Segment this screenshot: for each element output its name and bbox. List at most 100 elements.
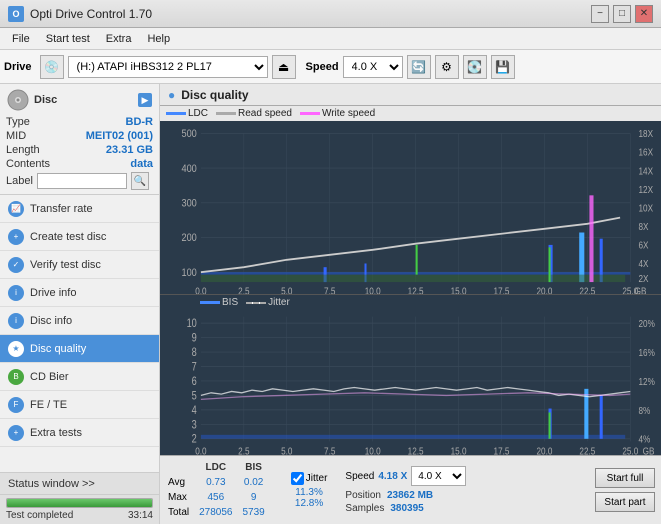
disc-icon <box>6 88 30 112</box>
progress-bar-wrap <box>6 498 153 508</box>
eject-button[interactable]: ⏏ <box>272 55 296 79</box>
disc-info-icon: i <box>8 313 24 329</box>
create-test-disc-icon: + <box>8 229 24 245</box>
max-bis: 9 <box>243 491 273 504</box>
stats-table: LDC BIS Avg 0.73 0.02 Max 456 9 Total <box>166 459 275 521</box>
sidebar-item-fe-te[interactable]: F FE / TE <box>0 391 159 419</box>
length-key: Length <box>6 144 40 156</box>
total-bis: 5739 <box>243 506 273 519</box>
svg-text:17.5: 17.5 <box>494 445 510 455</box>
contents-key: Contents <box>6 158 50 170</box>
jitter-checkbox[interactable] <box>291 472 304 485</box>
svg-text:7.5: 7.5 <box>324 286 335 295</box>
svg-text:2.5: 2.5 <box>238 286 249 295</box>
start-full-button[interactable]: Start full <box>595 468 655 488</box>
drive-selector[interactable]: (H:) ATAPI iHBS312 2 PL17 <box>68 56 268 78</box>
menu-file[interactable]: File <box>4 31 38 47</box>
type-value: BD-R <box>126 116 154 128</box>
refresh-button[interactable]: 🔄 <box>407 55 431 79</box>
bis-header: BIS <box>243 461 273 474</box>
read-speed-legend-item: Read speed <box>216 108 292 119</box>
avg-jitter: 11.3% <box>291 487 328 498</box>
right-panel: ● Disc quality LDC Read speed Write spee… <box>160 84 661 524</box>
length-value: 23.31 GB <box>106 144 153 156</box>
verify-test-disc-label: Verify test disc <box>30 259 101 271</box>
progress-status: Test completed 33:14 <box>6 510 153 521</box>
svg-text:8%: 8% <box>639 404 651 416</box>
start-part-button[interactable]: Start part <box>595 492 655 512</box>
max-ldc: 456 <box>199 491 240 504</box>
svg-text:8: 8 <box>192 346 197 359</box>
svg-text:6: 6 <box>192 375 197 388</box>
speed-info: Speed 4.18 X 4.0 X <box>345 466 466 486</box>
sidebar-item-cd-bier[interactable]: B CD Bier <box>0 363 159 391</box>
jitter-checkbox-row: Jitter <box>291 472 328 485</box>
menu-help[interactable]: Help <box>139 31 178 47</box>
chart-header-icon: ● <box>168 88 175 102</box>
write-speed-legend-item: Write speed <box>300 108 375 119</box>
upper-legend: LDC Read speed Write speed <box>160 106 661 121</box>
speed-label: Speed <box>345 471 374 482</box>
sidebar-item-disc-info[interactable]: i Disc info <box>0 307 159 335</box>
disc-action-icon[interactable]: ▶ <box>137 92 153 108</box>
fe-te-icon: F <box>8 397 24 413</box>
svg-text:12%: 12% <box>639 375 656 387</box>
disc-info-label: Disc info <box>30 315 72 327</box>
progress-bar-fill <box>7 499 152 507</box>
svg-text:5.0: 5.0 <box>281 286 292 295</box>
minimize-button[interactable]: − <box>591 5 609 23</box>
sidebar-item-extra-tests[interactable]: + Extra tests <box>0 419 159 447</box>
read-speed-legend-label: Read speed <box>238 108 292 119</box>
stats-row-1: LDC BIS Avg 0.73 0.02 Max 456 9 Total <box>166 459 655 521</box>
sidebar-item-transfer-rate[interactable]: 📈 Transfer rate <box>0 195 159 223</box>
maximize-button[interactable]: □ <box>613 5 631 23</box>
menu-extra[interactable]: Extra <box>98 31 140 47</box>
svg-text:GB: GB <box>643 445 655 455</box>
ldc-legend-color <box>166 112 186 115</box>
svg-text:25.0: 25.0 <box>622 445 638 455</box>
settings-button[interactable]: ⚙ <box>435 55 459 79</box>
lower-legend: BIS Jitter <box>160 295 661 310</box>
avg-ldc: 0.73 <box>199 476 240 489</box>
svg-text:17.5: 17.5 <box>494 286 510 295</box>
menu-start-test[interactable]: Start test <box>38 31 98 47</box>
svg-text:8X: 8X <box>639 221 649 232</box>
sidebar-item-disc-quality[interactable]: ★ Disc quality <box>0 335 159 363</box>
speed-position-section: Speed 4.18 X 4.0 X Position 23862 MB Sam… <box>345 466 466 514</box>
speed-select[interactable]: 4.0 X <box>411 466 466 486</box>
label-input[interactable] <box>37 173 127 189</box>
sidebar-item-verify-test-disc[interactable]: ✓ Verify test disc <box>0 251 159 279</box>
mid-key: MID <box>6 130 26 142</box>
svg-text:20%: 20% <box>639 317 656 329</box>
label-action-button[interactable]: 🔍 <box>131 172 149 190</box>
write-speed-legend-label: Write speed <box>322 108 375 119</box>
action-buttons: Start full Start part <box>595 468 655 512</box>
bis-legend-color <box>200 301 220 304</box>
chart-container: 500 400 300 200 100 18X 16X 14X 12X 10X … <box>160 121 661 455</box>
bis-legend-item: BIS <box>200 297 238 308</box>
ldc-header: LDC <box>199 461 240 474</box>
status-text: Test completed <box>6 510 73 521</box>
save-button[interactable]: 💾 <box>491 55 515 79</box>
position-row: Position 23862 MB <box>345 490 466 501</box>
svg-text:2.5: 2.5 <box>238 445 249 455</box>
svg-text:10: 10 <box>187 317 197 330</box>
close-button[interactable]: ✕ <box>635 5 653 23</box>
position-info: Position 23862 MB Samples 380395 <box>345 490 466 514</box>
svg-text:GB: GB <box>635 286 647 295</box>
svg-text:500: 500 <box>181 128 197 140</box>
sidebar-item-create-test-disc[interactable]: + Create test disc <box>0 223 159 251</box>
svg-text:3: 3 <box>192 419 197 432</box>
app-icon: O <box>8 6 24 22</box>
speed-selector[interactable]: 4.0 X 1.0 X 2.0 X 8.0 X <box>343 56 403 78</box>
extra-tests-label: Extra tests <box>30 427 82 439</box>
write-speed-legend-color <box>300 112 320 115</box>
svg-text:12.5: 12.5 <box>408 445 424 455</box>
status-window-button[interactable]: Status window >> <box>0 473 159 495</box>
disc-button[interactable]: 💽 <box>463 55 487 79</box>
transfer-rate-label: Transfer rate <box>30 203 93 215</box>
jitter-section: Jitter 11.3% 12.8% <box>291 472 328 509</box>
svg-text:0.0: 0.0 <box>195 445 206 455</box>
total-label: Total <box>168 506 197 519</box>
sidebar-item-drive-info[interactable]: i Drive info <box>0 279 159 307</box>
